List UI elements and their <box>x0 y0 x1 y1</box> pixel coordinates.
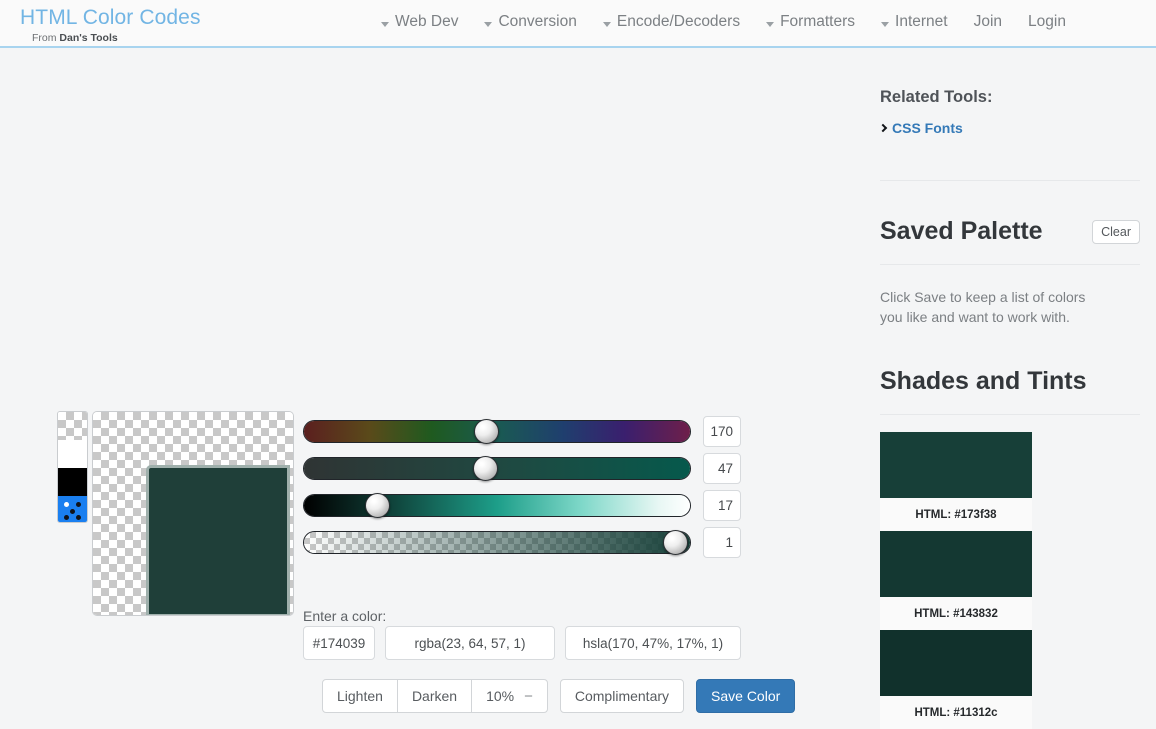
color-picker-widget <box>57 411 294 616</box>
brand-subtitle-prefix: From <box>32 32 60 44</box>
chevron-down-icon <box>484 21 493 27</box>
saved-palette-title: Saved Palette <box>880 217 1043 245</box>
shades-list: HTML: #173f38 HTML: #143832 HTML: #11312c <box>880 432 1032 729</box>
nav-item-web-dev[interactable]: Web Dev <box>368 13 471 31</box>
chevron-down-icon <box>381 21 389 27</box>
slider-row-hue: 170 <box>303 413 743 450</box>
saturation-value[interactable]: 47 <box>703 453 741 484</box>
shade-swatch[interactable] <box>880 531 1032 597</box>
nav-item-internet[interactable]: Internet <box>868 13 961 31</box>
nav-item-label: Conversion <box>498 13 577 30</box>
nav-item-label: Internet <box>895 13 948 30</box>
current-color-preview <box>146 465 290 615</box>
nav-item-encode-decoders[interactable]: Encode/Decoders <box>590 13 753 31</box>
lightness-slider[interactable] <box>303 493 691 518</box>
enter-color-label: Enter a color: <box>303 608 387 624</box>
palette-empty-message: Click Save to keep a list of colors you … <box>880 289 1086 325</box>
nav-item-login[interactable]: Login <box>1015 13 1079 31</box>
lighten-button[interactable]: Lighten <box>322 679 398 713</box>
color-sliders: 170 47 17 1 <box>303 413 743 561</box>
shade-swatch[interactable] <box>880 432 1032 498</box>
main-content: 170 47 17 1 Enter a color: #174039 rgba(… <box>0 48 856 713</box>
hue-slider[interactable] <box>303 419 691 444</box>
nav-item-label: Join <box>973 13 1003 30</box>
chevron-right-icon <box>878 123 888 133</box>
brand[interactable]: HTML Color Codes From Dan's Tools <box>20 6 201 44</box>
related-tool-link-css-fonts[interactable]: CSS Fonts <box>878 120 1140 136</box>
color-preview-area[interactable] <box>92 411 294 616</box>
site-header: HTML Color Codes From Dan's Tools Web De… <box>0 0 1156 48</box>
slider-row-saturation: 47 <box>303 450 743 487</box>
chevron-down-icon <box>766 21 775 27</box>
clear-palette-button[interactable]: Clear <box>1092 219 1140 244</box>
shade-label: HTML: #143832 <box>880 597 1032 630</box>
preset-swatch-column <box>57 411 88 523</box>
chevron-down-icon <box>602 21 611 27</box>
sidebar-divider-3 <box>880 414 1140 415</box>
brand-subtitle-strong: Dan's Tools <box>59 32 118 44</box>
sidebar-divider-2 <box>880 264 1140 265</box>
shades-and-tints-title: Shades and Tints <box>880 367 1087 395</box>
slider-row-lightness: 17 <box>303 487 743 524</box>
shade-label: HTML: #173f38 <box>880 498 1032 531</box>
shade-item[interactable]: HTML: #11312c <box>880 630 1032 729</box>
right-sidebar: Related Tools: CSS Fonts Saved Palette C… <box>856 48 1156 729</box>
color-action-buttons: Lighten Darken 10% − Complimentary Save … <box>322 679 796 713</box>
related-tools-title: Related Tools: <box>880 88 993 106</box>
shade-item[interactable]: HTML: #143832 <box>880 531 1032 630</box>
shade-swatch[interactable] <box>880 630 1032 696</box>
step-amount-stepper[interactable]: 10% − <box>471 679 548 713</box>
lightness-value[interactable]: 17 <box>703 490 741 521</box>
darken-button[interactable]: Darken <box>396 679 473 713</box>
nav-item-label: Web Dev <box>395 13 459 30</box>
hue-value[interactable]: 170 <box>703 416 741 447</box>
saturation-slider[interactable] <box>303 456 691 481</box>
chevron-down-icon <box>881 21 890 27</box>
nav-item-label: Login <box>1028 13 1066 30</box>
lighten-darken-group: Lighten Darken 10% − <box>322 679 548 713</box>
hex-input[interactable]: #174039 <box>303 626 375 660</box>
step-amount-value: 10% <box>486 688 515 704</box>
random-color-swatch[interactable] <box>58 496 87 522</box>
minus-icon[interactable]: − <box>524 688 533 705</box>
transparent-swatch[interactable] <box>58 412 87 440</box>
saved-palette-header: Saved Palette Clear <box>880 217 1140 246</box>
nav-item-join[interactable]: Join <box>961 13 1015 31</box>
rgba-input[interactable]: rgba(23, 64, 57, 1) <box>385 626 555 660</box>
saturation-slider-knob[interactable] <box>473 456 499 481</box>
shade-item[interactable]: HTML: #173f38 <box>880 432 1032 531</box>
alpha-slider[interactable] <box>303 530 691 555</box>
brand-title: HTML Color Codes <box>20 6 201 29</box>
hsla-input[interactable]: hsla(170, 47%, 17%, 1) <box>565 626 741 660</box>
sidebar-divider-1 <box>880 180 1140 181</box>
alpha-value[interactable]: 1 <box>703 527 741 558</box>
nav-item-label: Formatters <box>780 13 856 30</box>
brand-subtitle: From Dan's Tools <box>20 32 201 44</box>
complimentary-button[interactable]: Complimentary <box>559 679 685 713</box>
main-nav: Web Dev Conversion Encode/Decoders Formatte… <box>368 13 1079 31</box>
nav-item-formatters[interactable]: Formatters <box>753 13 868 31</box>
save-color-button[interactable]: Save Color <box>696 679 796 713</box>
nav-item-label: Encode/Decoders <box>616 13 741 30</box>
slider-row-alpha: 1 <box>303 524 743 561</box>
white-swatch[interactable] <box>58 440 87 468</box>
black-swatch[interactable] <box>58 468 87 496</box>
related-tool-link-label: CSS Fonts <box>892 120 963 136</box>
shade-label: HTML: #11312c <box>880 696 1032 729</box>
color-input-group: #174039 rgba(23, 64, 57, 1) hsla(170, 47… <box>303 626 741 660</box>
alpha-slider-knob[interactable] <box>662 530 688 555</box>
nav-item-conversion[interactable]: Conversion <box>471 13 589 31</box>
